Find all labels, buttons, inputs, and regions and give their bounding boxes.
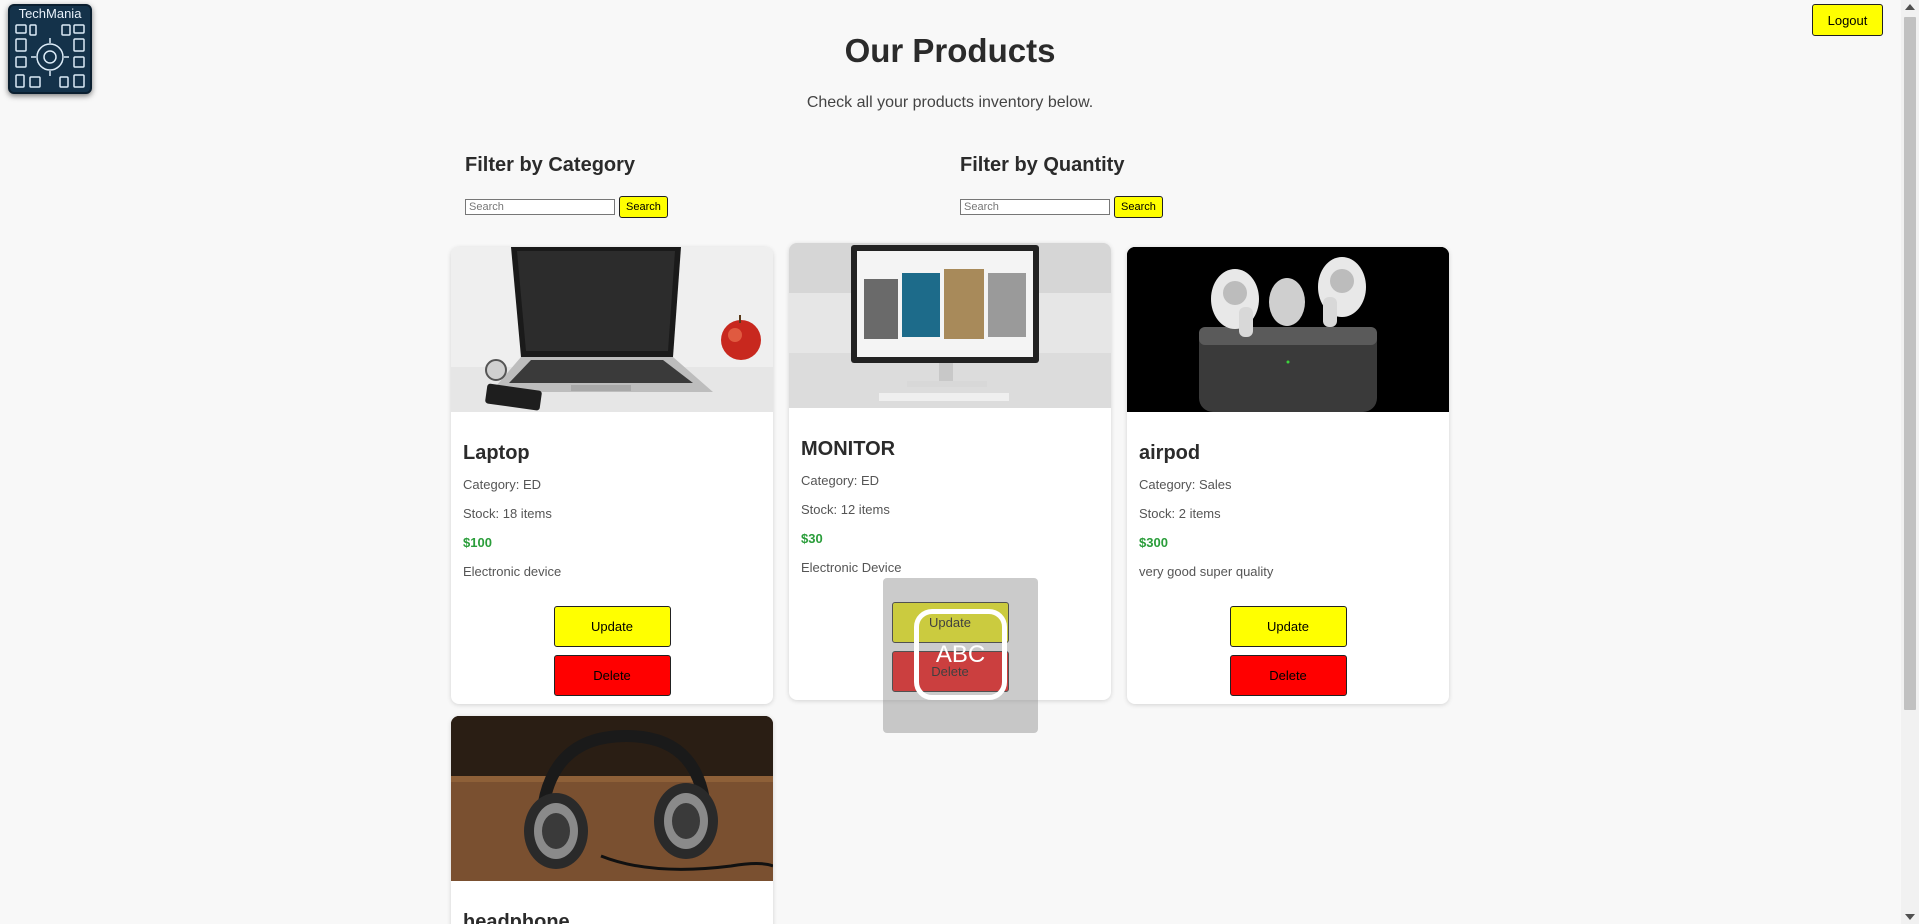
delete-button[interactable]: Delete <box>1229 655 1347 696</box>
product-card: headphone <box>451 716 773 924</box>
scrollbar-thumb[interactable] <box>1904 17 1916 710</box>
scroll-down-icon[interactable] <box>1905 914 1915 920</box>
product-image-laptop <box>451 247 773 412</box>
product-name: headphone <box>463 911 570 924</box>
page-subtitle: Check all your products inventory below. <box>806 94 1094 111</box>
category-search-button[interactable]: Search <box>619 196 668 218</box>
page-title: Our Products <box>844 32 1056 69</box>
keyboard-icon: ABC <box>914 609 1007 700</box>
product-category: Category: ED <box>801 473 880 488</box>
product-stock: Stock: 12 items <box>801 502 890 517</box>
logo-text: TechMania <box>18 6 82 21</box>
product-price: $300 <box>1139 535 1168 550</box>
product-category: Category: Sales <box>1139 477 1232 492</box>
quantity-search-button[interactable]: Search <box>1114 196 1163 218</box>
product-price: $100 <box>463 535 492 550</box>
update-button[interactable]: Update <box>1229 606 1347 647</box>
product-image-airpods <box>1127 247 1449 412</box>
delete-button[interactable]: Delete <box>553 655 671 696</box>
quantity-filter: Filter by Quantity Search <box>960 154 1163 218</box>
category-filter: Filter by Category Search <box>465 154 668 218</box>
product-card: airpod Category: Sales Stock: 2 items $3… <box>1127 247 1449 704</box>
product-card: Laptop Category: ED Stock: 18 items $100… <box>451 247 773 704</box>
product-name: airpod <box>1139 442 1201 464</box>
product-description: Electronic Device <box>801 560 902 575</box>
scroll-up-icon[interactable] <box>1905 4 1915 10</box>
category-filter-heading: Filter by Category <box>465 154 636 176</box>
scrollbar[interactable] <box>1901 0 1919 924</box>
product-category: Category: ED <box>463 477 542 492</box>
update-button[interactable]: Update <box>553 606 671 647</box>
product-image-monitor <box>789 243 1111 408</box>
quantity-filter-heading: Filter by Quantity <box>960 154 1125 176</box>
product-name: MONITOR <box>801 438 896 460</box>
overlay-text: ABC <box>935 640 986 668</box>
product-name: Laptop <box>463 442 530 464</box>
product-description: Electronic device <box>463 564 562 579</box>
product-image-headphones <box>451 716 773 881</box>
product-price: $30 <box>801 531 823 546</box>
product-stock: Stock: 18 items <box>463 506 552 521</box>
product-description: very good super quality <box>1139 564 1274 579</box>
category-search-input[interactable] <box>465 199 615 215</box>
product-stock: Stock: 2 items <box>1139 506 1221 521</box>
quantity-search-input[interactable] <box>960 199 1110 215</box>
input-method-overlay[interactable]: ABC <box>883 578 1038 733</box>
